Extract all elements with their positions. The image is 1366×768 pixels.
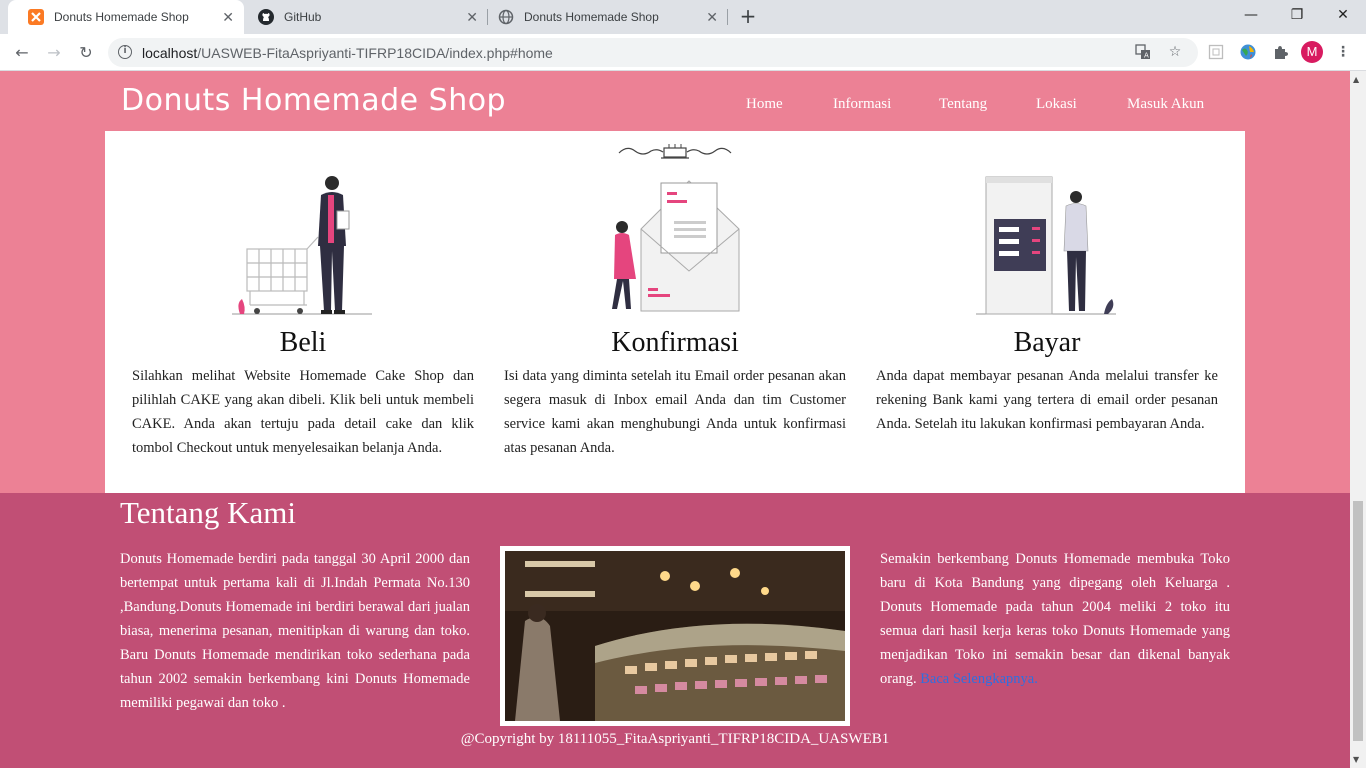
about-title: Tentang Kami xyxy=(120,495,297,530)
globe-icon xyxy=(498,9,514,25)
how-to-order-section: Beli Silahkan melihat Website Homemade C… xyxy=(105,131,1245,493)
step-description: Silahkan melihat Website Homemade Cake S… xyxy=(132,368,474,456)
copyright-text: @Copyright by 18111055_FitaAspriyanti_TI… xyxy=(460,731,890,747)
browser-toolbar: ← → ↻ i localhost/UASWEB-FitaAspriyanti-… xyxy=(0,34,1366,71)
bakery-display-image xyxy=(505,551,845,721)
tab-title: GitHub xyxy=(284,10,322,24)
shop-photo xyxy=(500,546,850,726)
xampp-icon xyxy=(28,9,44,25)
nav-lokasi[interactable]: Lokasi xyxy=(1036,96,1077,113)
nav-masuk-akun[interactable]: Masuk Akun xyxy=(1127,96,1204,113)
url-text[interactable]: localhost/UASWEB-FitaAspriyanti-TIFRP18C… xyxy=(142,45,553,61)
site-info-icon[interactable]: i xyxy=(118,45,132,59)
back-icon[interactable]: ← xyxy=(10,40,34,64)
profile-avatar[interactable]: M xyxy=(1301,41,1323,63)
step-title: Beli xyxy=(279,327,327,358)
scroll-up-icon[interactable]: ▲ xyxy=(1353,75,1359,84)
tab-title: Donuts Homemade Shop xyxy=(524,10,659,24)
reload-icon[interactable]: ↻ xyxy=(74,40,98,64)
about-text-right: Semakin berkembang Donuts Homemade membu… xyxy=(880,551,1230,687)
new-tab-icon[interactable]: + xyxy=(738,6,758,26)
close-tab-icon[interactable]: ✕ xyxy=(706,9,718,26)
extension-icon[interactable] xyxy=(1206,42,1226,62)
forward-icon[interactable]: → xyxy=(42,40,66,64)
bookmark-star-icon[interactable]: ☆ xyxy=(1166,43,1184,61)
step-description: Isi data yang diminta setelah itu Email … xyxy=(504,368,846,456)
address-bar[interactable]: i localhost/UASWEB-FitaAspriyanti-TIFRP1… xyxy=(108,38,1198,67)
browser-tab-3[interactable]: Donuts Homemade Shop ✕ xyxy=(488,0,728,34)
email-envelope-illustration xyxy=(612,180,740,312)
about-text-left: Donuts Homemade berdiri pada tanggal 30 … xyxy=(120,551,470,711)
site-brand[interactable]: Donuts Homemade Shop xyxy=(121,83,506,118)
menu-kebab-icon[interactable]: ⋮ xyxy=(1333,42,1353,62)
nav-tentang[interactable]: Tentang xyxy=(939,96,987,113)
about-section: Tentang Kami Donuts Homemade berdiri pad… xyxy=(0,493,1350,768)
minimize-icon[interactable]: — xyxy=(1228,0,1274,30)
puzzle-icon[interactable] xyxy=(1270,42,1290,62)
browser-tab-2[interactable]: GitHub ✕ xyxy=(248,0,488,34)
cake-divider-icon xyxy=(618,144,732,159)
nav-home[interactable]: Home xyxy=(746,96,783,113)
globe-extension-icon[interactable] xyxy=(1238,42,1258,62)
scroll-down-icon[interactable]: ▼ xyxy=(1353,755,1359,764)
shopping-cart-illustration xyxy=(232,176,372,315)
browser-tab-bar: Donuts Homemade Shop ✕ GitHub ✕ Donuts H… xyxy=(0,0,1366,34)
step-description: Anda dapat membayar pesanan Anda melalui… xyxy=(876,368,1218,432)
page-scrollbar[interactable]: ▲ ▼ xyxy=(1350,71,1366,768)
close-tab-icon[interactable]: ✕ xyxy=(466,9,478,26)
translate-icon[interactable]: A xyxy=(1134,43,1152,61)
tab-separator xyxy=(727,9,728,25)
close-tab-icon[interactable]: ✕ xyxy=(222,9,234,26)
browser-tab-1[interactable]: Donuts Homemade Shop ✕ xyxy=(8,0,244,34)
scrollbar-thumb[interactable] xyxy=(1353,501,1363,741)
close-window-icon[interactable]: ✕ xyxy=(1320,0,1366,30)
svg-text:A: A xyxy=(1144,52,1149,60)
web-page: Donuts Homemade Shop Home Informasi Tent… xyxy=(0,71,1350,768)
step-title: Bayar xyxy=(1013,327,1081,358)
nav-informasi[interactable]: Informasi xyxy=(833,96,891,113)
restore-icon[interactable]: ❐ xyxy=(1274,0,1320,30)
tab-title: Donuts Homemade Shop xyxy=(54,10,189,24)
read-more-link[interactable]: Baca Selengkapnya. xyxy=(920,671,1038,687)
payment-kiosk-illustration xyxy=(976,176,1116,315)
step-title: Konfirmasi xyxy=(611,327,739,358)
github-icon xyxy=(258,9,274,25)
